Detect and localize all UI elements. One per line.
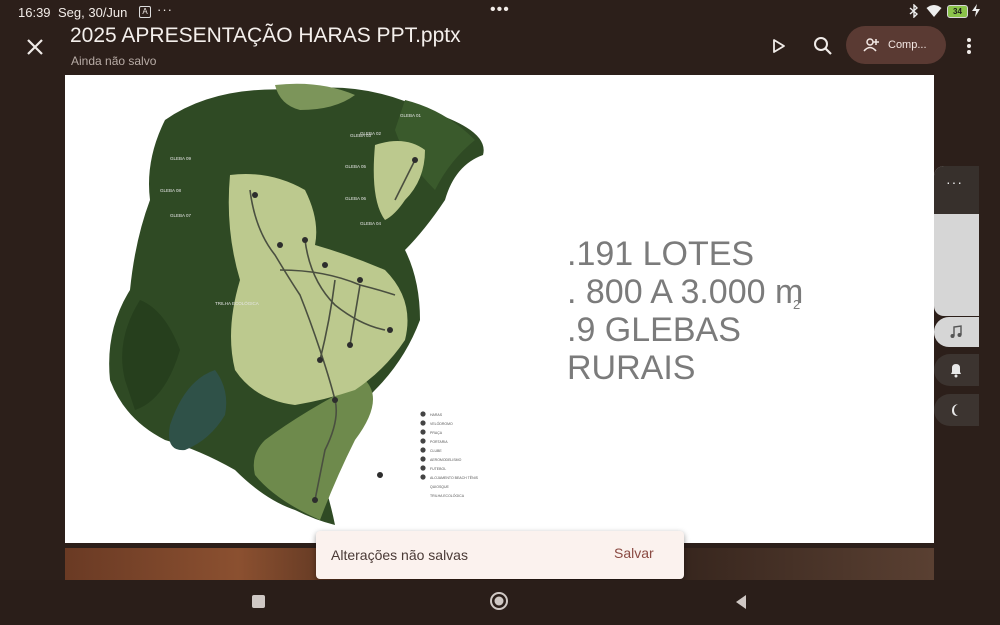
gleba-label: GLEBA 01 xyxy=(400,113,422,118)
status-bar: 16:39 Seg, 30/Jun A ··· ••• 34 xyxy=(0,0,1000,24)
slide-canvas[interactable]: GLEBA 09 GLEBA 08 GLEBA 07 GLEBA 06 GLEB… xyxy=(65,75,934,543)
gleba-label: GLEBA 06 xyxy=(345,196,367,201)
gleba-label: GLEBA 02 xyxy=(360,131,382,136)
home-icon[interactable] xyxy=(490,592,508,610)
share-button[interactable]: Comp... xyxy=(846,26,946,64)
music-note-icon xyxy=(948,324,964,345)
gleba-label: GLEBA 07 xyxy=(170,213,192,218)
document-title: 2025 APRESENTAÇÃO HARAS PPT.pptx xyxy=(70,24,461,47)
notification-icon: A xyxy=(139,6,151,18)
search-icon[interactable] xyxy=(811,34,835,58)
more-notifications-icon: ··· xyxy=(157,2,173,17)
legend-item: PORTARIA xyxy=(430,440,448,444)
share-button-label: Comp... xyxy=(888,39,927,51)
slide-line-glebas: .9 GLEBAS xyxy=(567,311,741,349)
legend-item: CLUBE xyxy=(430,449,442,453)
dark-mode-toggle[interactable] xyxy=(934,394,979,426)
legend-item: PRAÇA xyxy=(430,431,443,435)
legend-item: FUTEBOL xyxy=(430,467,446,471)
side-panel[interactable]: ··· xyxy=(934,166,979,316)
battery-icon: 34 xyxy=(947,5,968,18)
window-handle-dots[interactable]: ••• xyxy=(490,1,510,19)
slide-text-box[interactable]: .191 LOTES . 800 A 3.000 m .9 GLEBAS RUR… xyxy=(567,235,803,387)
legend-item: QUIOSQUE xyxy=(430,485,450,489)
back-icon[interactable] xyxy=(734,594,748,610)
legend-item: AEROMODELISMO xyxy=(430,458,462,462)
legend-item: TRILHA ECOLÓGICA xyxy=(430,493,465,498)
system-nav-bar xyxy=(0,580,1000,625)
gleba-label: GLEBA 04 xyxy=(360,221,382,226)
more-vert-icon[interactable] xyxy=(958,34,980,58)
gleba-label: GLEBA 08 xyxy=(160,188,182,193)
save-button[interactable]: Salvar xyxy=(614,545,654,561)
snackbar-message: Alterações não salvas xyxy=(331,547,468,563)
gleba-label: GLEBA 05 xyxy=(345,164,367,169)
unsaved-changes-snackbar: Alterações não salvas Salvar xyxy=(316,531,684,579)
person-add-icon xyxy=(862,36,880,54)
superscript-2: 2 xyxy=(793,297,801,312)
date: Seg, 30/Jun xyxy=(58,5,128,20)
side-panel-header: ··· xyxy=(934,166,979,214)
legend-item: HARAS xyxy=(430,413,443,417)
map-legend: HARAS VELÓDROMO PRAÇA PORTARIA CLUBE AER… xyxy=(420,411,479,498)
charging-icon xyxy=(972,4,980,20)
legend-item: ALOJAMENTO BEACH TÊNIS xyxy=(430,475,479,480)
slide-line-area: . 800 A 3.000 m xyxy=(567,273,804,311)
slide-line-rurais: RURAIS xyxy=(567,349,696,387)
side-panel-more-icon[interactable]: ··· xyxy=(946,174,963,190)
save-status: Ainda não salvo xyxy=(71,54,157,68)
play-icon[interactable] xyxy=(767,35,789,57)
slide-line-lots: .191 LOTES xyxy=(567,235,755,273)
moon-icon xyxy=(948,402,964,423)
bluetooth-icon xyxy=(908,3,920,21)
music-toggle[interactable] xyxy=(934,317,979,347)
clock: 16:39 xyxy=(18,5,51,20)
bell-icon xyxy=(948,362,964,383)
wifi-icon xyxy=(926,4,942,21)
recent-apps-icon[interactable] xyxy=(252,595,265,608)
app-bar: 2025 APRESENTAÇÃO HARAS PPT.pptx Ainda n… xyxy=(0,24,1000,74)
legend-item: VELÓDROMO xyxy=(430,421,453,426)
gleba-label: GLEBA 09 xyxy=(170,156,192,161)
trail-label: TRILHA ECOLÓGICA xyxy=(215,300,259,306)
notifications-toggle[interactable] xyxy=(934,354,979,386)
close-icon[interactable] xyxy=(22,34,48,60)
site-plan-map: GLEBA 09 GLEBA 08 GLEBA 07 GLEBA 06 GLEB… xyxy=(109,83,484,525)
